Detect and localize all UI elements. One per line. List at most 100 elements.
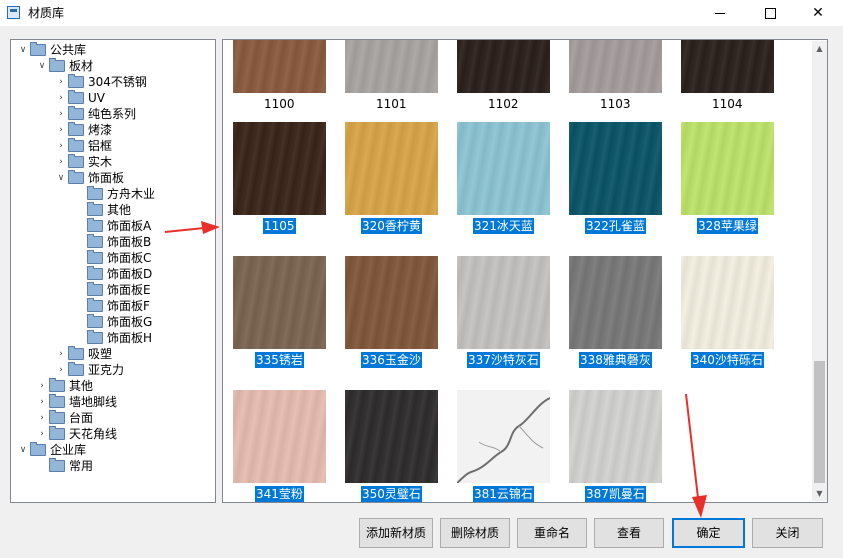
marble-vein-texture <box>456 397 551 484</box>
add-material-button[interactable]: 添加新材质 <box>359 518 433 548</box>
material-swatch[interactable] <box>233 256 326 349</box>
material-label: 1100 <box>264 97 295 111</box>
collapse-toggle-icon[interactable]: ∨ <box>55 172 67 184</box>
folder-icon <box>68 362 84 376</box>
folder-icon <box>87 314 103 328</box>
collapse-toggle-icon[interactable]: ∨ <box>17 444 29 456</box>
delete-material-button[interactable]: 删除材质 <box>440 518 510 548</box>
material-tile[interactable]: 328苹果绿 <box>681 122 774 236</box>
expand-toggle-icon[interactable]: › <box>55 76 67 88</box>
material-label: 328苹果绿 <box>697 218 758 234</box>
expand-toggle-icon[interactable]: › <box>36 380 48 392</box>
material-tile[interactable]: 335锈岩 <box>233 256 326 370</box>
view-button[interactable]: 查看 <box>594 518 664 548</box>
material-swatch[interactable] <box>233 390 326 483</box>
material-label: 1103 <box>600 97 631 111</box>
material-swatch[interactable] <box>569 40 662 93</box>
folder-icon <box>30 42 46 56</box>
tree-item-label: 台面 <box>69 411 94 425</box>
tree-item-label: 纯色系列 <box>88 107 137 121</box>
scroll-thumb[interactable] <box>814 361 825 483</box>
grid-scrollbar[interactable]: ▲ ▼ <box>812 41 827 501</box>
material-label: 322孔雀蓝 <box>585 218 646 234</box>
material-swatch[interactable] <box>569 256 662 349</box>
material-tile[interactable]: 322孔雀蓝 <box>569 122 662 236</box>
expand-toggle-icon[interactable]: › <box>55 124 67 136</box>
material-tile[interactable]: 381云锦石 <box>456 390 551 502</box>
folder-icon <box>87 330 103 344</box>
material-tile[interactable]: 1105 <box>233 122 326 236</box>
close-window-button[interactable]: ✕ <box>795 0 841 26</box>
tree-item-label: 亚克力 <box>88 363 125 377</box>
material-tile[interactable]: 1103 <box>569 40 662 114</box>
collapse-toggle-icon[interactable]: ∨ <box>17 44 29 56</box>
expand-toggle-icon[interactable]: › <box>55 140 67 152</box>
expand-toggle-icon[interactable]: › <box>55 108 67 120</box>
tree-item-label: 304不锈钢 <box>88 75 147 89</box>
material-tile[interactable]: 341莹粉 <box>233 390 326 502</box>
material-swatch[interactable] <box>681 256 774 349</box>
material-tile[interactable]: 321冰天蓝 <box>457 122 550 236</box>
material-tile[interactable]: 1102 <box>457 40 550 114</box>
material-swatch[interactable] <box>681 40 774 93</box>
expand-toggle-icon[interactable]: › <box>36 428 48 440</box>
tree-item-label: 实木 <box>88 155 113 169</box>
scroll-up-button[interactable]: ▲ <box>812 41 827 56</box>
material-swatch[interactable] <box>233 40 326 93</box>
material-swatch[interactable] <box>681 122 774 215</box>
expand-toggle-icon[interactable]: › <box>36 412 48 424</box>
scroll-up-icon: ▲ <box>816 44 823 53</box>
material-tile[interactable]: 337沙特灰石 <box>457 256 550 370</box>
material-label: 387凯曼石 <box>585 486 646 502</box>
material-swatch[interactable] <box>457 256 550 349</box>
material-swatch[interactable] <box>345 256 438 349</box>
category-tree[interactable]: ∨ 公共库 ∨ 板材 › 304不锈钢 › UV › 纯色系列 › 烤漆 › 铝框 › 实木 ∨ 饰面板 方舟木业其… <box>10 39 216 503</box>
material-tile[interactable]: 340沙特砾石 <box>681 256 774 370</box>
material-tile[interactable]: 387凯曼石 <box>569 390 662 502</box>
material-tile[interactable]: 1101 <box>345 40 438 114</box>
expand-toggle-icon[interactable]: › <box>55 92 67 104</box>
material-label: 341莹粉 <box>255 486 304 502</box>
material-label: 320香柠黄 <box>361 218 422 234</box>
tree-item-label: 饰面板G <box>107 315 153 329</box>
tree-item-label: 天花角线 <box>69 427 118 441</box>
material-tile[interactable]: 338雅典磬灰 <box>569 256 662 370</box>
expand-toggle-icon[interactable]: › <box>55 364 67 376</box>
folder-icon <box>87 186 103 200</box>
material-swatch[interactable] <box>345 40 438 93</box>
material-label: 1102 <box>488 97 519 111</box>
ok-button[interactable]: 确定 <box>672 518 745 548</box>
material-swatch[interactable] <box>345 390 438 483</box>
material-tile[interactable]: 1104 <box>681 40 774 114</box>
material-swatch[interactable] <box>457 122 550 215</box>
collapse-toggle-icon[interactable]: ∨ <box>36 60 48 72</box>
rename-button[interactable]: 重命名 <box>517 518 587 548</box>
folder-icon <box>68 154 84 168</box>
folder-icon <box>49 378 65 392</box>
material-swatch[interactable] <box>456 390 551 484</box>
maximize-button[interactable] <box>747 0 793 26</box>
folder-icon <box>87 298 103 312</box>
minimize-button[interactable] <box>697 0 743 26</box>
close-button[interactable]: 关闭 <box>752 518 823 548</box>
material-tile[interactable]: 350灵璧石 <box>345 390 438 502</box>
material-label: 338雅典磬灰 <box>579 352 652 368</box>
material-swatch[interactable] <box>345 122 438 215</box>
folder-icon <box>87 218 103 232</box>
title-bar: 材质库 ✕ <box>0 0 843 26</box>
tree-item-label: 烤漆 <box>88 123 113 137</box>
material-swatch[interactable] <box>457 40 550 93</box>
material-tile[interactable]: 1100 <box>233 40 326 114</box>
material-label: 1101 <box>376 97 407 111</box>
expand-toggle-icon[interactable]: › <box>36 396 48 408</box>
material-swatch[interactable] <box>569 390 662 483</box>
expand-toggle-icon[interactable]: › <box>55 348 67 360</box>
material-swatch[interactable] <box>233 122 326 215</box>
expand-toggle-icon[interactable]: › <box>55 156 67 168</box>
material-grid[interactable]: 1100 1101 1102 1103 1104 1105 320香柠黄 321冰天蓝 322孔… <box>222 39 828 503</box>
material-tile[interactable]: 336玉金沙 <box>345 256 438 370</box>
material-tile[interactable]: 320香柠黄 <box>345 122 438 236</box>
tree-item-label: 饰面板E <box>107 283 151 297</box>
scroll-down-button[interactable]: ▼ <box>812 486 827 501</box>
material-swatch[interactable] <box>569 122 662 215</box>
